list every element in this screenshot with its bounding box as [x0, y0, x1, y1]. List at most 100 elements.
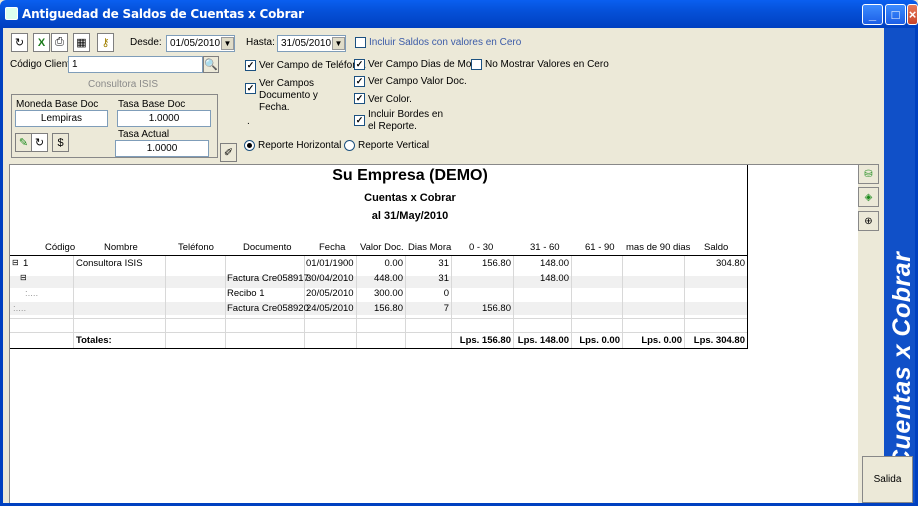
incluir-ceros-label: Incluir Saldos con valores en Cero [369, 37, 522, 48]
doc-dias: 0 [443, 288, 449, 299]
close-icon[interactable]: × [907, 4, 918, 25]
tasa-base-label: Tasa Base Doc [118, 99, 186, 110]
moneda-base-field[interactable]: Lempiras [15, 110, 108, 127]
salida-label: Salida [873, 474, 902, 485]
reporte-vertical-radio[interactable] [344, 140, 355, 151]
print-icon[interactable]: ⎙ [51, 33, 68, 52]
tree-connector: :.... [13, 303, 27, 314]
col-divider [73, 256, 74, 348]
reload-icon[interactable]: ↻ [31, 133, 48, 152]
incluir-bordes-label: Incluir Bordes en el Reporte. [368, 109, 444, 132]
codigo-cliente-input[interactable]: 1 [68, 56, 203, 73]
header-61-90: 61 - 90 [585, 242, 615, 253]
reporte-horizontal-radio[interactable] [244, 140, 255, 151]
client-saldo: 304.80 [715, 258, 745, 269]
header-codigo: Código [45, 242, 76, 253]
col-divider [356, 256, 357, 348]
key-icon[interactable]: ⚷ [97, 33, 114, 52]
search-icon[interactable]: 🔍 [203, 56, 219, 73]
doc-dias: 31 [438, 273, 449, 284]
header-valor-doc: Valor Doc. [360, 242, 404, 253]
grid-icon[interactable]: ▦ [73, 33, 90, 52]
money-icon[interactable]: $ [52, 133, 69, 152]
totals-saldo: Lps. 304.80 [693, 335, 745, 346]
ver-dias-mora-label: Ver Campo Dias de Mora [368, 59, 481, 70]
client-fecha: 01/01/1900 [306, 258, 354, 269]
header-fecha: Fecha [319, 242, 346, 253]
totals-0-30: Lps. 156.80 [459, 335, 511, 346]
report-table: Código Nombre Teléfono Documento Fecha V… [10, 240, 747, 349]
no-mostrar-ceros-checkbox[interactable] [471, 59, 482, 70]
title-bar: Antiguedad de Saldos de Cuentas x Cobrar… [0, 0, 918, 28]
right-sidebar: Cuentas x Cobrar [884, 28, 916, 503]
radio-selected-dot [247, 143, 252, 148]
tasa-actual-value: 1.0000 [146, 143, 178, 154]
doc-valor: 448.00 [373, 273, 403, 284]
header-nombre: Nombre [104, 242, 138, 253]
codigo-cliente-value: 1 [72, 59, 78, 70]
refresh-icon[interactable]: ↻ [11, 33, 28, 52]
report-area[interactable]: Su Empresa (DEMO) Cuentas x Cobrar al 31… [9, 164, 858, 503]
moneda-base-value: Lempiras [40, 113, 83, 124]
header-rule [10, 255, 747, 256]
maximize-icon[interactable]: □ [885, 4, 906, 25]
ver-telefono-label: Ver Campo de Teléfono. [259, 60, 367, 71]
hasta-dropdown-icon[interactable]: ▼ [332, 37, 345, 50]
app-icon [5, 7, 18, 20]
tree-add-icon[interactable]: ⊕ [858, 211, 879, 231]
doc-fecha: 24/05/2010 [306, 303, 354, 314]
doc-valor: 300.00 [373, 288, 403, 299]
doc-31-60: 148.00 [539, 273, 569, 284]
doc-dias: 7 [443, 303, 449, 314]
ver-valor-doc-checkbox[interactable]: ✓ [354, 76, 365, 87]
col-divider [405, 256, 406, 348]
client-0-30: 156.80 [481, 258, 511, 269]
reporte-horizontal-label: Reporte Horizontal [258, 140, 342, 151]
ver-color-checkbox[interactable]: ✓ [354, 93, 365, 104]
excel-icon[interactable]: X [33, 33, 50, 52]
header-dias-mora: Dias Mora [408, 242, 452, 253]
row-separator [10, 332, 747, 333]
incluir-ceros-checkbox[interactable] [355, 37, 366, 48]
doc-valor: 156.80 [373, 303, 403, 314]
tasa-base-value: 1.0000 [148, 113, 180, 124]
doc-fecha: 30/04/2010 [306, 273, 354, 284]
layer-icon[interactable]: ◈ [858, 187, 879, 207]
desde-dropdown-icon[interactable]: ▼ [221, 37, 234, 50]
header-mas-90: mas de 90 dias [626, 242, 691, 253]
client-codigo: 1 [23, 258, 29, 269]
col-divider [304, 256, 305, 348]
minimize-icon[interactable]: _ [862, 4, 883, 25]
doc-documento: Recibo 1 [227, 288, 265, 299]
doc-0-30: 156.80 [481, 303, 511, 314]
stack-icon[interactable]: ⛁ [858, 164, 879, 184]
edit-icon[interactable]: ✎ [15, 133, 32, 152]
tasa-actual-label: Tasa Actual [118, 129, 170, 140]
ver-telefono-checkbox[interactable]: ✓ [245, 60, 256, 71]
desde-label: Desde: [130, 37, 162, 48]
tasa-actual-field[interactable]: 1.0000 [115, 140, 209, 157]
ver-doc-fecha-checkbox[interactable]: ✓ [245, 83, 256, 94]
row-separator [10, 318, 747, 319]
report-right-rule [747, 165, 748, 349]
client-valor: 0.00 [384, 258, 404, 269]
tasa-base-field[interactable]: 1.0000 [117, 110, 211, 127]
moneda-base-label: Moneda Base Doc [16, 99, 99, 110]
pencil-icon[interactable]: ✐ [220, 143, 237, 162]
totals-label: Totales: [76, 335, 112, 346]
hasta-date-value: 31/05/2010 [281, 38, 332, 49]
salida-button[interactable]: Salida [862, 456, 913, 503]
dot-marker: . [247, 116, 250, 127]
ver-valor-doc-label: Ver Campo Valor Doc. [368, 76, 467, 87]
ver-dias-mora-checkbox[interactable]: ✓ [354, 59, 365, 70]
client-nombre: Consultora ISIS [76, 258, 143, 269]
doc-documento: Factura Cre058917 [227, 273, 309, 284]
header-31-60: 31 - 60 [530, 242, 560, 253]
cliente-name: Consultora ISIS [88, 79, 159, 90]
hasta-label: Hasta: [246, 37, 275, 48]
incluir-bordes-checkbox[interactable]: ✓ [354, 115, 365, 126]
collapse-icon[interactable]: ⊟ [20, 273, 27, 282]
client-31-60: 148.00 [539, 258, 569, 269]
collapse-icon[interactable]: ⊟ [12, 258, 19, 267]
window-title: Antiguedad de Saldos de Cuentas x Cobrar [22, 7, 304, 21]
